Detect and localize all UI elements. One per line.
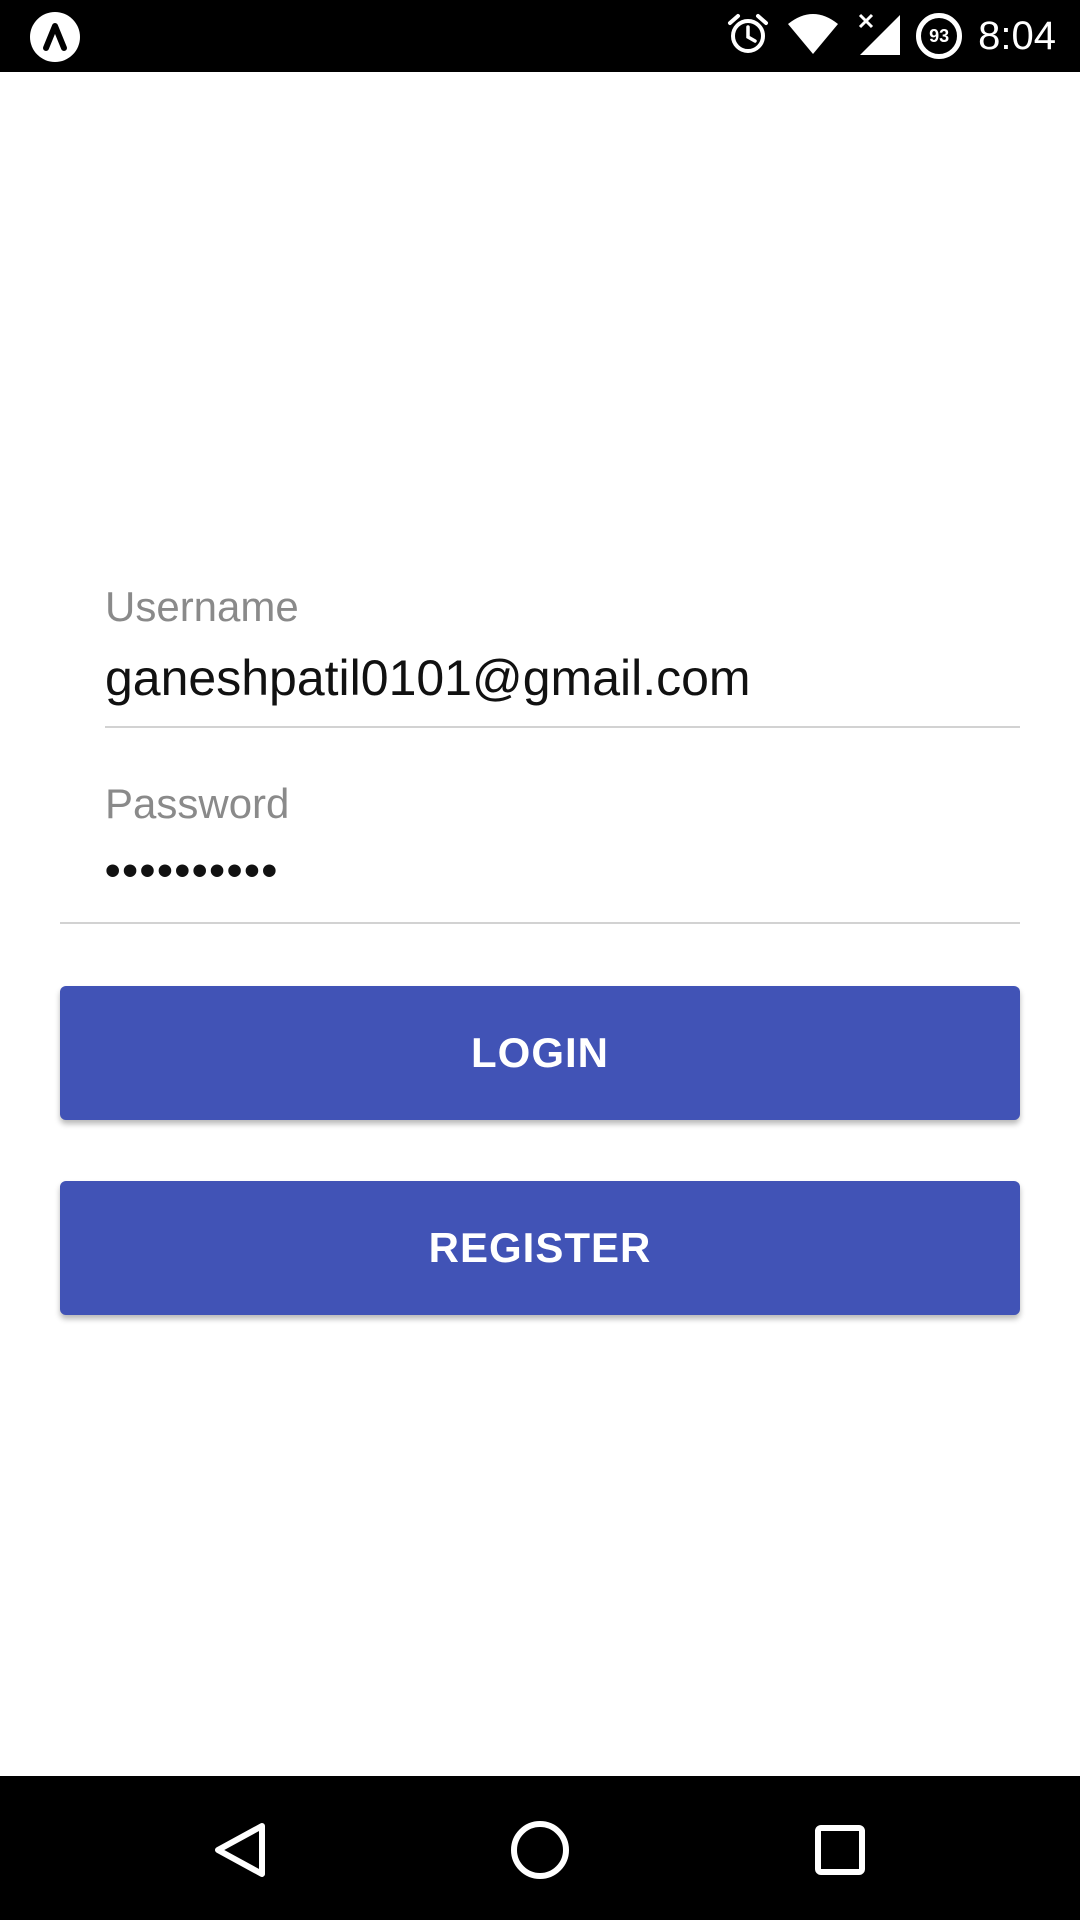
password-label: Password [105,780,290,827]
password-input[interactable]: •••••••••• [105,846,1015,906]
home-icon[interactable] [498,1806,582,1890]
navigation-bar [0,1776,1080,1920]
register-button[interactable]: REGISTER [60,1181,1020,1315]
back-icon[interactable] [200,1806,284,1890]
username-underline [105,726,1020,728]
username-input[interactable] [105,648,1015,708]
register-button-label: REGISTER [428,1224,652,1271]
password-underline [60,922,1020,924]
username-label: Username [105,583,299,630]
recents-icon[interactable] [798,1806,882,1890]
login-button[interactable]: LOGIN [60,986,1020,1120]
login-button-label: LOGIN [471,1029,609,1076]
login-form: Username Password •••••••••• LOGIN REGIS… [0,0,1080,1920]
